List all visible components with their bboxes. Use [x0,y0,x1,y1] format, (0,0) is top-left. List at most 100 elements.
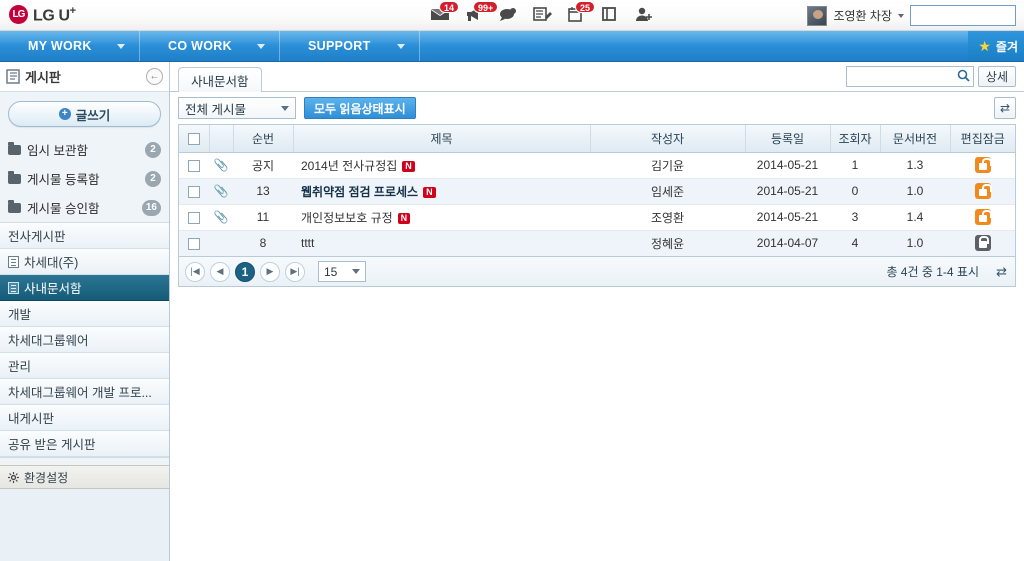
chevron-down-icon[interactable] [397,43,405,49]
row-checkbox[interactable] [188,185,200,198]
post-table-wrap: 순번 제목 작성자 등록일 조회자 문서버전 편집잠금 📎 공지 2014년 전… [178,124,1016,257]
paperclip-icon: 📎 [213,210,229,224]
chevron-down-icon[interactable] [352,269,360,274]
chevron-down-icon[interactable] [281,105,289,111]
book-icon[interactable] [600,6,620,26]
row-lock-cell[interactable] [950,178,1015,205]
col-version[interactable]: 문서버전 [880,125,951,153]
sidebar-item-groupware[interactable]: 차세대그룹웨어 [0,327,169,353]
sidebar-item-development-label: 개발 [8,308,32,322]
unlock-icon[interactable] [974,183,992,199]
row-attachment-cell: 📎 [209,178,233,205]
search-input[interactable] [851,69,957,84]
new-badge: N [397,212,411,224]
nav-item-co-work[interactable]: CO WORK [140,31,280,61]
page-last-button[interactable]: ▶| [285,261,305,282]
page-first-button[interactable]: |◀ [185,261,205,282]
sidebar-folder-registered[interactable]: 게시물 등록함 2 [0,164,169,193]
sidebar-item-shared-board[interactable]: 공유 받은 게시판 [0,431,169,457]
nav-item-support[interactable]: SUPPORT [280,31,420,61]
sidebar-item-settings[interactable]: 환경설정 [0,465,169,489]
sidebar-item-company-board[interactable]: 전사게시판 [0,223,169,249]
tab-internal-docs[interactable]: 사내문서함 [178,67,262,92]
col-title[interactable]: 제목 [293,125,591,153]
row-lock-cell[interactable] [950,152,1015,179]
mark-all-read-button[interactable]: 모두 읽음상태표시 [304,97,416,119]
page-prev-button[interactable]: ◀ [210,261,230,282]
row-checkbox-cell[interactable] [179,152,209,179]
row-checkbox[interactable] [188,211,200,224]
col-select-all[interactable] [179,125,210,153]
new-badge: N [402,160,415,172]
memo-icon[interactable] [532,6,552,26]
unlock-icon[interactable] [974,157,992,173]
sidebar-item-management[interactable]: 관리 [0,353,169,379]
lg-uplus-logo[interactable]: LG LG U+ [9,5,76,25]
mail-icon[interactable]: 14 [430,0,460,26]
row-checkbox-cell[interactable] [179,178,209,205]
sidebar-item-internal-docs[interactable]: 사내문서함 [0,275,169,301]
col-attachment [209,125,234,153]
row-title-cell[interactable]: 웹취약점 점검 프로세스 N [293,178,590,205]
table-row[interactable]: 📎 13 웹취약점 점검 프로세스 N 임세준 2014-05-21 0 1.0 [179,178,1015,205]
table-row[interactable]: 📎 공지 2014년 전사규정집 N 김기윤 2014-05-21 1 1.3 [179,152,1015,179]
row-checkbox[interactable] [188,159,200,172]
row-title-cell[interactable]: 2014년 전사규정집 N [293,152,590,179]
detail-search-button[interactable]: 상세 [977,66,1016,87]
sidebar-item-groupware-project[interactable]: 차세대그룹웨어 개발 프로... [0,379,169,405]
sidebar-item-chasedae[interactable]: 차세대(주) [0,249,169,275]
chevron-down-icon[interactable] [117,43,125,49]
sidebar-item-development[interactable]: 개발 [0,301,169,327]
post-filter-select[interactable]: 전체 게시물 [178,97,296,119]
document-icon [8,255,19,268]
row-title-cell[interactable]: 개인정보보호 규정 N [293,204,590,231]
row-checkbox[interactable] [188,238,200,251]
page-size-select[interactable]: 15 [318,261,366,282]
page-next-button[interactable]: ▶ [260,261,280,282]
search-icon[interactable] [957,69,970,85]
top-search-input[interactable] [910,5,1016,26]
row-views: 1 [830,152,880,179]
row-checkbox-cell[interactable] [179,204,209,231]
megaphone-icon[interactable]: 99+ [464,0,499,26]
table-row[interactable]: 8 tttt 정혜윤 2014-04-07 4 1.0 [179,230,1015,256]
row-title-cell[interactable]: tttt [293,230,590,256]
col-no[interactable]: 순번 [233,125,294,153]
unlock-icon[interactable] [974,209,992,225]
tab-strip: 사내문서함 상세 [170,62,1024,92]
col-date[interactable]: 등록일 [745,125,831,153]
row-lock-cell[interactable] [950,230,1015,256]
collapse-sidebar-icon[interactable]: ← [146,68,163,85]
add-user-icon[interactable] [634,6,654,26]
sidebar-item-groupware-label: 차세대그룹웨어 [8,334,89,348]
nav-item-my-work[interactable]: MY WORK [0,31,140,61]
chat-icon[interactable] [498,6,518,26]
chevron-down-icon[interactable] [898,13,904,18]
folder-icon [8,170,21,184]
row-checkbox-cell[interactable] [179,230,209,256]
sidebar-item-my-board[interactable]: 내게시판 [0,405,169,431]
chevron-down-icon[interactable] [257,43,265,49]
page-number-1[interactable]: 1 [235,261,255,282]
col-author[interactable]: 작성자 [590,125,746,153]
sidebar-folder-temp[interactable]: 임시 보관함 2 [0,135,169,164]
calendar-icon[interactable]: 25 [566,0,596,26]
toolbar-refresh-button[interactable]: ⇄ [994,97,1016,119]
pagination-refresh-icon[interactable]: ⇄ [996,264,1007,280]
select-all-checkbox[interactable] [187,133,200,146]
sidebar-item-management-label: 관리 [8,360,32,374]
lock-icon[interactable] [974,235,991,252]
search-box[interactable] [845,66,974,87]
row-lock-cell[interactable] [950,204,1015,231]
favorites-button[interactable]: ★ 즐겨 [968,31,1024,61]
sidebar-folder-approval[interactable]: 게시물 승인함 16 [0,193,169,222]
top-icon-bar: 14 99+ 25 [430,0,654,31]
col-lock[interactable]: 편집잠금 [950,125,1015,153]
write-post-button[interactable]: + 글쓰기 [8,101,161,127]
table-row[interactable]: 📎 11 개인정보보호 규정 N 조영환 2014-05-21 3 1.4 [179,204,1015,231]
col-views[interactable]: 조회자 [830,125,881,153]
folder-icon [8,141,21,155]
sidebar-bottom-pane [0,489,169,561]
toolbar: 전체 게시물 모두 읽음상태표시 ⇄ [170,92,1024,124]
user-name-label[interactable]: 조영환 차장 [833,7,892,24]
